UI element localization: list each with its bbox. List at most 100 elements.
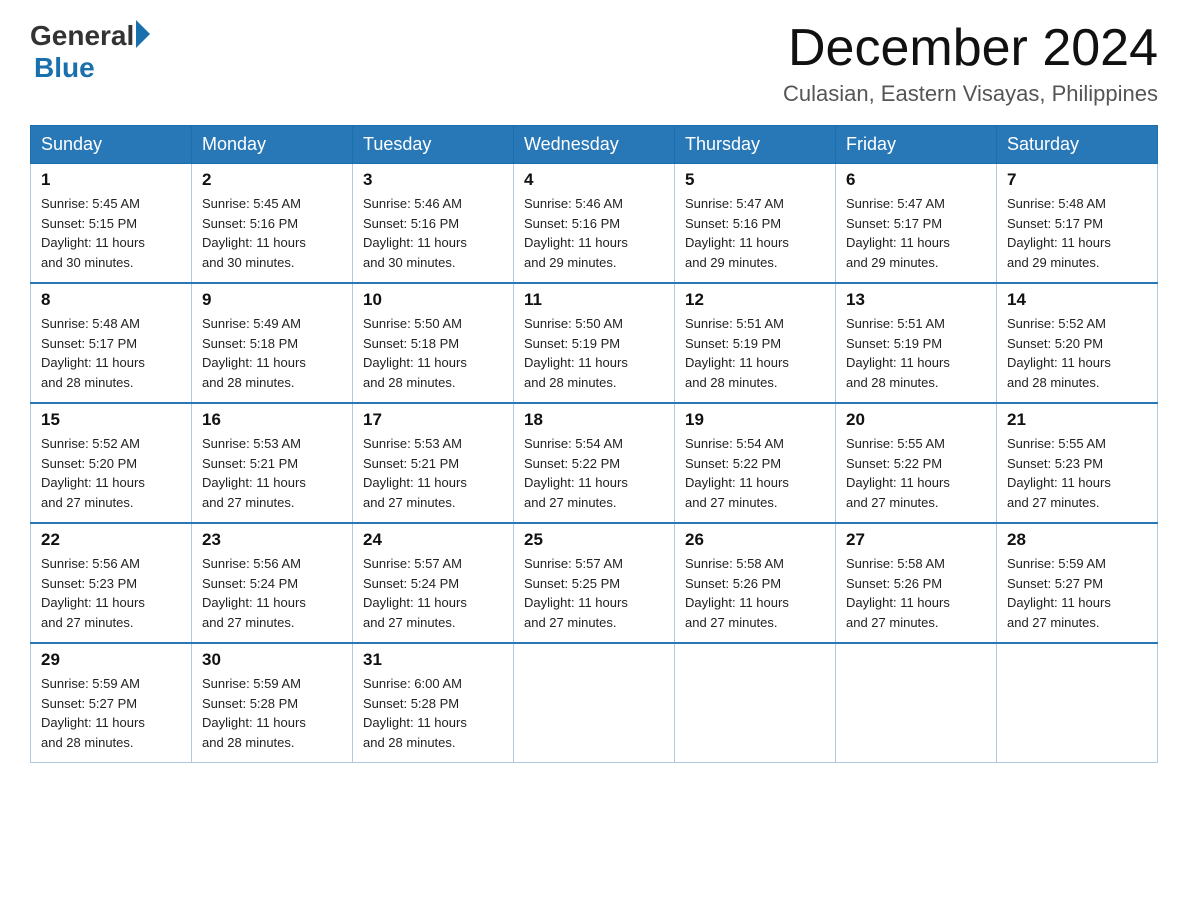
day-info: Sunrise: 5:47 AMSunset: 5:17 PMDaylight:…: [846, 194, 986, 272]
day-number: 24: [363, 530, 503, 550]
calendar-cell: 7Sunrise: 5:48 AMSunset: 5:17 PMDaylight…: [997, 164, 1158, 284]
location-title: Culasian, Eastern Visayas, Philippines: [783, 81, 1158, 107]
day-info: Sunrise: 5:55 AMSunset: 5:23 PMDaylight:…: [1007, 434, 1147, 512]
day-number: 5: [685, 170, 825, 190]
calendar-cell: 3Sunrise: 5:46 AMSunset: 5:16 PMDaylight…: [353, 164, 514, 284]
calendar-cell: [514, 643, 675, 763]
weekday-header-tuesday: Tuesday: [353, 126, 514, 164]
day-info: Sunrise: 5:57 AMSunset: 5:24 PMDaylight:…: [363, 554, 503, 632]
calendar-cell: [675, 643, 836, 763]
day-number: 28: [1007, 530, 1147, 550]
day-number: 9: [202, 290, 342, 310]
day-number: 20: [846, 410, 986, 430]
logo: General Blue: [30, 20, 152, 84]
weekday-header-wednesday: Wednesday: [514, 126, 675, 164]
calendar-week-row: 1 Sunrise: 5:45 AMSunset: 5:15 PMDaylight…: [31, 164, 1158, 284]
calendar-cell: 21 Sunrise: 5:55 AMSunset: 5:23 PMDayligh…: [997, 403, 1158, 523]
day-info: Sunrise: 5:56 AMSunset: 5:23 PMDaylight:…: [41, 554, 181, 632]
calendar-cell: 19 Sunrise: 5:54 AMSunset: 5:22 PMDayligh…: [675, 403, 836, 523]
day-number: 22: [41, 530, 181, 550]
calendar-cell: 12 Sunrise: 5:51 AMSunset: 5:19 PMDayligh…: [675, 283, 836, 403]
day-info: Sunrise: 5:58 AMSunset: 5:26 PMDaylight:…: [685, 554, 825, 632]
calendar-cell: 1 Sunrise: 5:45 AMSunset: 5:15 PMDaylight…: [31, 164, 192, 284]
day-info: Sunrise: 5:54 AMSunset: 5:22 PMDaylight:…: [524, 434, 664, 512]
day-number: 6: [846, 170, 986, 190]
calendar-cell: 6 Sunrise: 5:47 AMSunset: 5:17 PMDaylight…: [836, 164, 997, 284]
day-number: 8: [41, 290, 181, 310]
weekday-header-row: SundayMondayTuesdayWednesdayThursdayFrid…: [31, 126, 1158, 164]
calendar-cell: 31 Sunrise: 6:00 AMSunset: 5:28 PMDayligh…: [353, 643, 514, 763]
calendar-cell: 5 Sunrise: 5:47 AMSunset: 5:16 PMDaylight…: [675, 164, 836, 284]
calendar-cell: 14 Sunrise: 5:52 AMSunset: 5:20 PMDayligh…: [997, 283, 1158, 403]
logo-general-text: General: [30, 20, 134, 52]
calendar-table: SundayMondayTuesdayWednesdayThursdayFrid…: [30, 125, 1158, 763]
logo-triangle-icon: [136, 20, 150, 48]
day-number: 25: [524, 530, 664, 550]
month-title: December 2024: [783, 20, 1158, 77]
day-number: 29: [41, 650, 181, 670]
day-number: 1: [41, 170, 181, 190]
weekday-header-monday: Monday: [192, 126, 353, 164]
day-number: 31: [363, 650, 503, 670]
calendar-cell: 10Sunrise: 5:50 AMSunset: 5:18 PMDayligh…: [353, 283, 514, 403]
day-info: Sunrise: 5:50 AMSunset: 5:19 PMDaylight:…: [524, 314, 664, 392]
day-info: Sunrise: 5:59 AMSunset: 5:28 PMDaylight:…: [202, 674, 342, 752]
calendar-cell: 18 Sunrise: 5:54 AMSunset: 5:22 PMDayligh…: [514, 403, 675, 523]
day-info: Sunrise: 5:53 AMSunset: 5:21 PMDaylight:…: [202, 434, 342, 512]
day-info: Sunrise: 5:47 AMSunset: 5:16 PMDaylight:…: [685, 194, 825, 272]
day-number: 26: [685, 530, 825, 550]
calendar-cell: 17 Sunrise: 5:53 AMSunset: 5:21 PMDayligh…: [353, 403, 514, 523]
day-number: 13: [846, 290, 986, 310]
day-info: Sunrise: 6:00 AMSunset: 5:28 PMDaylight:…: [363, 674, 503, 752]
day-info: Sunrise: 5:51 AMSunset: 5:19 PMDaylight:…: [685, 314, 825, 392]
day-info: Sunrise: 5:48 AMSunset: 5:17 PMDaylight:…: [41, 314, 181, 392]
day-info: Sunrise: 5:50 AMSunset: 5:18 PMDaylight:…: [363, 314, 503, 392]
day-info: Sunrise: 5:49 AMSunset: 5:18 PMDaylight:…: [202, 314, 342, 392]
calendar-cell: [997, 643, 1158, 763]
logo-blue-text: Blue: [34, 52, 152, 84]
calendar-cell: 16 Sunrise: 5:53 AMSunset: 5:21 PMDayligh…: [192, 403, 353, 523]
day-info: Sunrise: 5:56 AMSunset: 5:24 PMDaylight:…: [202, 554, 342, 632]
calendar-cell: 20Sunrise: 5:55 AMSunset: 5:22 PMDayligh…: [836, 403, 997, 523]
day-info: Sunrise: 5:58 AMSunset: 5:26 PMDaylight:…: [846, 554, 986, 632]
day-info: Sunrise: 5:59 AMSunset: 5:27 PMDaylight:…: [1007, 554, 1147, 632]
day-number: 7: [1007, 170, 1147, 190]
calendar-cell: 29 Sunrise: 5:59 AMSunset: 5:27 PMDayligh…: [31, 643, 192, 763]
calendar-cell: 9 Sunrise: 5:49 AMSunset: 5:18 PMDaylight…: [192, 283, 353, 403]
day-info: Sunrise: 5:45 AMSunset: 5:16 PMDaylight:…: [202, 194, 342, 272]
day-number: 19: [685, 410, 825, 430]
day-info: Sunrise: 5:45 AMSunset: 5:15 PMDaylight:…: [41, 194, 181, 272]
day-number: 18: [524, 410, 664, 430]
calendar-cell: 27 Sunrise: 5:58 AMSunset: 5:26 PMDayligh…: [836, 523, 997, 643]
day-number: 4: [524, 170, 664, 190]
day-info: Sunrise: 5:59 AMSunset: 5:27 PMDaylight:…: [41, 674, 181, 752]
day-info: Sunrise: 5:52 AMSunset: 5:20 PMDaylight:…: [41, 434, 181, 512]
day-number: 11: [524, 290, 664, 310]
day-number: 17: [363, 410, 503, 430]
calendar-week-row: 8 Sunrise: 5:48 AMSunset: 5:17 PMDaylight…: [31, 283, 1158, 403]
day-info: Sunrise: 5:52 AMSunset: 5:20 PMDaylight:…: [1007, 314, 1147, 392]
day-number: 15: [41, 410, 181, 430]
calendar-cell: 23 Sunrise: 5:56 AMSunset: 5:24 PMDayligh…: [192, 523, 353, 643]
calendar-cell: 8 Sunrise: 5:48 AMSunset: 5:17 PMDaylight…: [31, 283, 192, 403]
weekday-header-saturday: Saturday: [997, 126, 1158, 164]
day-number: 23: [202, 530, 342, 550]
day-number: 14: [1007, 290, 1147, 310]
calendar-cell: 11 Sunrise: 5:50 AMSunset: 5:19 PMDayligh…: [514, 283, 675, 403]
calendar-cell: 2 Sunrise: 5:45 AMSunset: 5:16 PMDaylight…: [192, 164, 353, 284]
calendar-cell: 28 Sunrise: 5:59 AMSunset: 5:27 PMDayligh…: [997, 523, 1158, 643]
day-number: 21: [1007, 410, 1147, 430]
calendar-cell: 22 Sunrise: 5:56 AMSunset: 5:23 PMDayligh…: [31, 523, 192, 643]
calendar-cell: 30Sunrise: 5:59 AMSunset: 5:28 PMDayligh…: [192, 643, 353, 763]
day-number: 2: [202, 170, 342, 190]
calendar-cell: 24 Sunrise: 5:57 AMSunset: 5:24 PMDayligh…: [353, 523, 514, 643]
day-number: 27: [846, 530, 986, 550]
day-number: 16: [202, 410, 342, 430]
day-number: 12: [685, 290, 825, 310]
calendar-week-row: 22 Sunrise: 5:56 AMSunset: 5:23 PMDayligh…: [31, 523, 1158, 643]
calendar-cell: 15 Sunrise: 5:52 AMSunset: 5:20 PMDayligh…: [31, 403, 192, 523]
day-info: Sunrise: 5:54 AMSunset: 5:22 PMDaylight:…: [685, 434, 825, 512]
page-header: General Blue December 2024 Culasian, Eas…: [30, 20, 1158, 107]
day-info: Sunrise: 5:46 AMSunset: 5:16 PMDaylight:…: [524, 194, 664, 272]
day-info: Sunrise: 5:53 AMSunset: 5:21 PMDaylight:…: [363, 434, 503, 512]
